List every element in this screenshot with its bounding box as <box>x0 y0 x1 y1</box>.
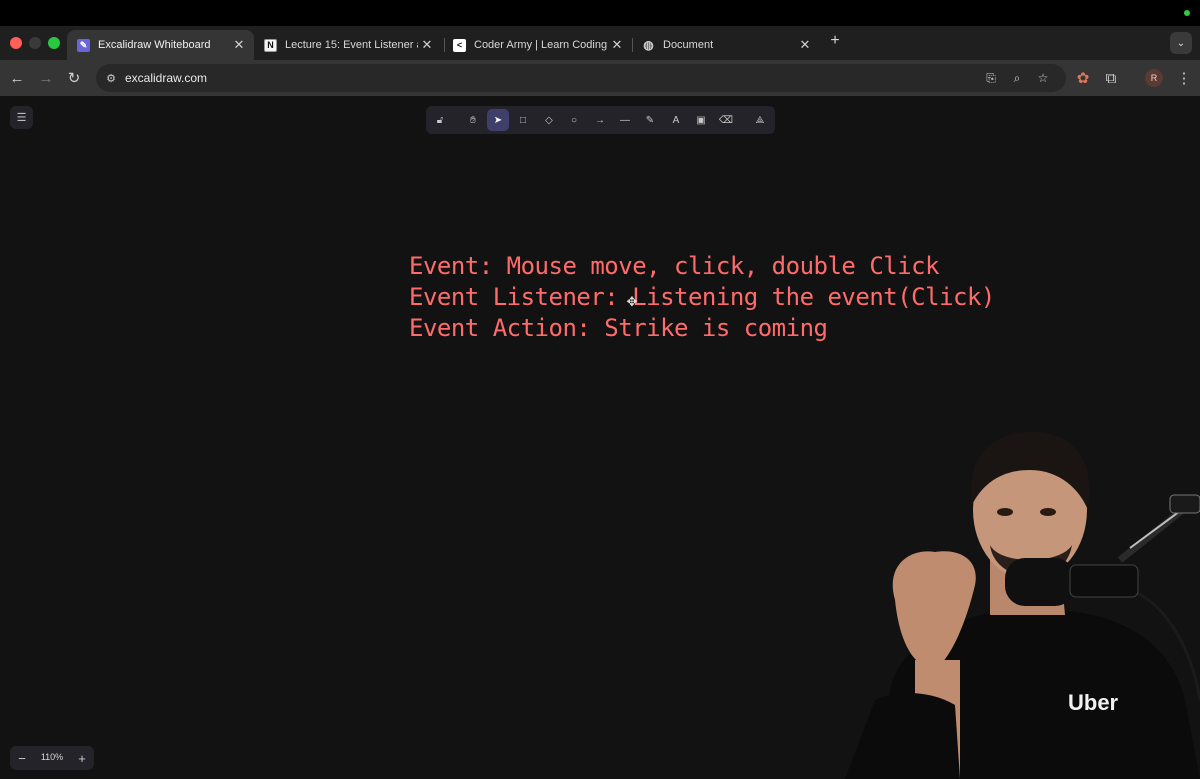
text-icon: A <box>672 114 680 126</box>
window-minimize-button[interactable] <box>29 37 41 49</box>
shapes-library-icon: ⟁ <box>755 114 765 126</box>
navigation-bar: ← → ↻ ⚙ excalidraw.com ⎘ ⌕ ☆ ✿ ⧉ R ⋮ <box>0 60 1200 96</box>
puzzle-icon: ⧉ <box>1105 69 1117 87</box>
tab-search-menu-button[interactable]: ⌄ <box>1170 32 1192 54</box>
zoom-out-button[interactable]: − <box>13 749 31 767</box>
tab-title: Lecture 15: Event Listener and <box>285 39 418 51</box>
tool-image[interactable]: ▣ <box>690 109 712 131</box>
back-button[interactable]: ← <box>7 68 27 88</box>
zoom-controls: − 110% + <box>10 746 94 770</box>
recording-indicator <box>1184 10 1190 16</box>
flower-icon: ✿ <box>1076 70 1090 87</box>
browser-menu-button[interactable]: ⋮ <box>1174 68 1194 88</box>
tab-title: Document <box>663 39 714 51</box>
window-maximize-button[interactable] <box>48 37 60 49</box>
reload-icon: ↻ <box>67 70 81 87</box>
window-close-button[interactable] <box>10 37 22 49</box>
eraser-icon: ⌫ <box>718 114 734 126</box>
tab-coder-army[interactable]: < Coder Army | Learn Coding in ✕ <box>443 30 632 60</box>
shape-toolbar: 🔓︎ ✋︎ ➤ □ ◇ ○ → — ✎ A ▣ ⌫ ⟁ <box>426 106 775 134</box>
tool-arrow[interactable]: → <box>589 109 611 131</box>
arrow-right-icon: → <box>38 69 54 87</box>
tool-ellipse[interactable]: ○ <box>563 109 585 131</box>
extensions-button[interactable]: ⧉ <box>1101 68 1121 88</box>
tab-strip: ✎ Excalidraw Whiteboard ✕ N Lecture 15: … <box>0 26 1200 60</box>
chevron-down-icon: ⌄ <box>1176 37 1186 49</box>
extension-icon[interactable]: ✿ <box>1073 68 1093 88</box>
pointer-icon: ➤ <box>493 114 503 126</box>
tool-rectangle[interactable]: □ <box>512 109 534 131</box>
canvas-text-line-2[interactable]: Event Listener: Listening the event(Clic… <box>409 283 995 311</box>
hamburger-icon: ☰ <box>16 112 27 124</box>
bookmark-star-icon[interactable]: ☆ <box>1035 70 1051 86</box>
tool-more[interactable]: ⟁ <box>749 109 771 131</box>
site-settings-icon[interactable]: ⚙ <box>104 71 118 85</box>
main-menu-button[interactable]: ☰ <box>10 106 33 129</box>
install-app-icon[interactable]: ⎘ <box>983 70 999 86</box>
close-tab-icon[interactable]: ✕ <box>796 37 814 53</box>
arrow-icon: → <box>595 114 605 126</box>
canvas-text-line-1[interactable]: Event: Mouse move, click, double Click <box>409 252 940 280</box>
tab-title: Coder Army | Learn Coding in <box>474 39 608 51</box>
profile-avatar[interactable]: R <box>1145 69 1163 87</box>
reload-button[interactable]: ↻ <box>64 68 84 88</box>
image-icon: ▣ <box>696 114 706 126</box>
coder-army-icon: < <box>453 38 466 52</box>
zoom-icon[interactable]: ⌕ <box>1009 70 1025 86</box>
tab-document[interactable]: ◍ Document ✕ <box>632 30 820 60</box>
excalidraw-canvas[interactable]: ☰ 🔓︎ ✋︎ ➤ □ ◇ ○ → — ✎ A ▣ ⌫ ⟁ Event: Mou… <box>0 96 1200 779</box>
arrow-left-icon: ← <box>9 69 25 87</box>
lock-icon: 🔓︎ <box>436 114 444 126</box>
globe-icon: ◍ <box>643 38 654 52</box>
pencil-icon: ✎ <box>645 114 655 126</box>
tool-hand[interactable]: ✋︎ <box>462 109 484 131</box>
close-tab-icon[interactable]: ✕ <box>418 37 436 53</box>
zoom-level[interactable]: 110% <box>37 752 67 762</box>
close-tab-icon[interactable]: ✕ <box>608 37 626 53</box>
line-icon: — <box>620 114 630 126</box>
close-tab-icon[interactable]: ✕ <box>230 37 248 53</box>
tool-text[interactable]: A <box>665 109 687 131</box>
canvas-text-line-3[interactable]: Event Action: Strike is coming <box>409 314 828 342</box>
tab-title: Excalidraw Whiteboard <box>98 39 211 51</box>
tool-draw[interactable]: ✎ <box>639 109 661 131</box>
tab-excalidraw[interactable]: ✎ Excalidraw Whiteboard ✕ <box>67 30 254 60</box>
zoom-in-button[interactable]: + <box>73 749 91 767</box>
diamond-icon: ◇ <box>545 114 553 126</box>
tool-eraser[interactable]: ⌫ <box>715 109 737 131</box>
tool-selection[interactable]: ➤ <box>487 109 509 131</box>
rectangle-icon: □ <box>519 114 527 126</box>
forward-button[interactable]: → <box>36 68 56 88</box>
tab-lecture-15[interactable]: N Lecture 15: Event Listener and ✕ <box>254 30 442 60</box>
ellipse-icon: ○ <box>570 114 578 126</box>
url-text[interactable]: excalidraw.com <box>125 71 207 85</box>
notion-icon: N <box>264 38 277 52</box>
new-tab-button[interactable]: + <box>826 32 844 50</box>
excalidraw-icon: ✎ <box>77 38 90 52</box>
move-cursor-icon: ✥ <box>626 294 638 309</box>
address-bar[interactable]: ⚙ excalidraw.com ⎘ ⌕ ☆ <box>96 64 1066 92</box>
hand-icon: ✋︎ <box>470 114 476 126</box>
tool-diamond[interactable]: ◇ <box>538 109 560 131</box>
tool-lock[interactable]: 🔓︎ <box>429 109 451 131</box>
tool-line[interactable]: — <box>614 109 636 131</box>
kebab-menu-icon: ⋮ <box>1176 70 1192 87</box>
os-top-bar <box>0 0 1200 26</box>
